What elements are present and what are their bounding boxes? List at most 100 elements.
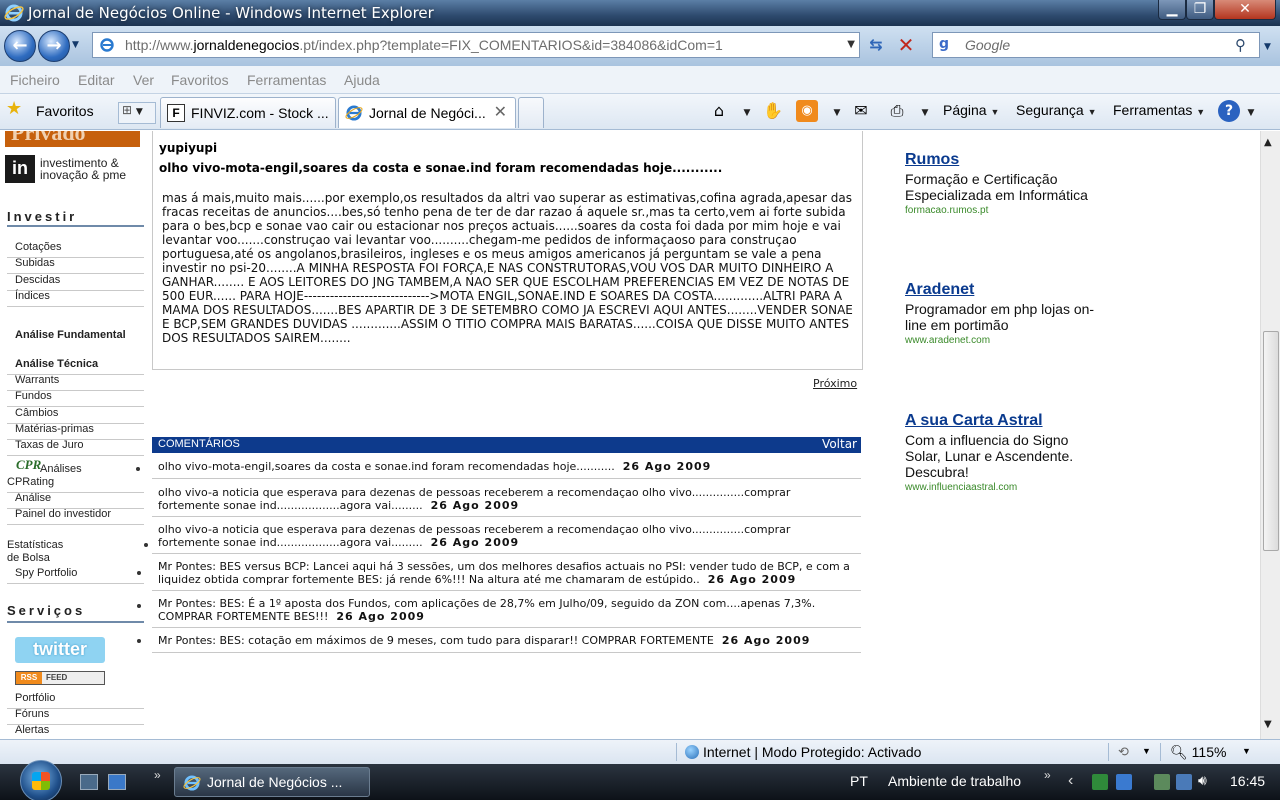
- stop-icon[interactable]: ✕: [894, 34, 918, 58]
- address-input[interactable]: http://www.jornaldenegocios.pt/index.php…: [92, 32, 860, 58]
- toolbar-more-icon[interactable]: »: [1044, 768, 1051, 782]
- back-button[interactable]: ←: [4, 30, 36, 62]
- rss-feed-button[interactable]: RSS FEED: [15, 671, 105, 685]
- address-dropdown-icon[interactable]: ▼: [847, 39, 855, 50]
- nav-cotacoes[interactable]: Cotações: [7, 241, 144, 258]
- ad-aradenet[interactable]: Aradenet Programador em php lojas on-lin…: [905, 281, 1105, 346]
- clock[interactable]: 16:45: [1230, 773, 1265, 789]
- quicklaunch-more-icon[interactable]: »: [154, 768, 161, 782]
- language-indicator[interactable]: PT: [850, 773, 868, 789]
- switch-windows-icon[interactable]: [108, 774, 126, 790]
- help-icon[interactable]: ?: [1218, 100, 1240, 122]
- nav-indices[interactable]: Índices: [7, 290, 144, 307]
- comment-row[interactable]: olho vivo-a noticia que esperava para de…: [152, 523, 861, 554]
- scroll-up-icon[interactable]: ▲: [1264, 137, 1272, 148]
- feeds-dropdown-icon[interactable]: ▼: [826, 102, 848, 124]
- help-dropdown-icon[interactable]: ▼: [1240, 102, 1262, 124]
- scroll-down-icon[interactable]: ▼: [1264, 719, 1272, 730]
- quick-tabs-button[interactable]: ⊞ ▼: [118, 102, 156, 124]
- rss-feed-icon[interactable]: ◉: [796, 100, 818, 122]
- hand-icon[interactable]: ✋: [762, 100, 784, 122]
- ad-url[interactable]: www.aradenet.com: [905, 335, 1105, 346]
- nav-warrants[interactable]: Warrants: [7, 374, 144, 391]
- page-menu-button[interactable]: Página ▼: [943, 102, 999, 118]
- nav-spy-portfolio[interactable]: Spy Portfolio: [7, 567, 144, 584]
- search-icon[interactable]: ⚲: [1235, 36, 1246, 54]
- search-options-dropdown-icon[interactable]: ▼: [1264, 42, 1271, 52]
- history-dropdown-icon[interactable]: ▼: [72, 40, 82, 50]
- nav-materias-primas[interactable]: Matérias-primas: [7, 423, 144, 440]
- nav-subidas[interactable]: Subidas: [7, 257, 144, 274]
- zoom-level[interactable]: 🔍︎ 115%: [1170, 744, 1226, 761]
- maximize-button[interactable]: ❐: [1186, 0, 1214, 20]
- desktop-toolbar[interactable]: Ambiente de trabalho: [888, 773, 1021, 789]
- comment-row[interactable]: Mr Pontes: BES versus BCP: Lancei aqui h…: [152, 560, 861, 591]
- nav-portfolio[interactable]: Portfólio: [7, 692, 144, 709]
- nav-analise[interactable]: Análise: [7, 492, 144, 509]
- tray-dropbox-icon[interactable]: [1116, 774, 1132, 790]
- close-window-button[interactable]: ✕: [1214, 0, 1276, 20]
- nav-analise-tecnica[interactable]: Análise Técnica: [7, 358, 144, 375]
- comment-row[interactable]: olho vivo-mota-engil,soares da costa e s…: [152, 460, 861, 479]
- privado-logo[interactable]: Privado: [5, 131, 140, 147]
- ad-carta-astral[interactable]: A sua Carta Astral Com a influencia do S…: [905, 412, 1105, 493]
- nav-analise-fundamental[interactable]: Análise Fundamental: [7, 329, 144, 359]
- print-dropdown-icon[interactable]: ▼: [914, 102, 936, 124]
- menu-favoritos[interactable]: Favoritos: [171, 72, 229, 88]
- privacy-dropdown-icon[interactable]: ▼: [1142, 746, 1151, 756]
- nav-alertas[interactable]: Alertas: [7, 724, 144, 739]
- zoom-dropdown-icon[interactable]: ▼: [1242, 746, 1251, 756]
- home-dropdown-icon[interactable]: ▼: [736, 102, 758, 124]
- home-icon[interactable]: ⌂: [708, 100, 730, 122]
- menu-ver[interactable]: Ver: [133, 72, 154, 88]
- taskbar-ie-window[interactable]: Jornal de Negócios ...: [174, 767, 370, 797]
- back-link[interactable]: Voltar: [822, 437, 857, 451]
- ad-title[interactable]: A sua Carta Astral: [905, 412, 1105, 430]
- nav-fundos[interactable]: Fundos: [7, 390, 144, 407]
- security-menu-button[interactable]: Segurança ▼: [1016, 102, 1097, 118]
- show-desktop-icon[interactable]: [80, 774, 98, 790]
- twitter-button[interactable]: twitter: [15, 637, 105, 663]
- network-icon[interactable]: [1176, 774, 1192, 790]
- forward-button[interactable]: →: [38, 30, 70, 62]
- start-button[interactable]: [20, 760, 62, 800]
- nav-foruns[interactable]: Fóruns: [7, 708, 144, 725]
- nav-taxas-de-juro[interactable]: Taxas de Juro: [7, 439, 144, 456]
- ad-title[interactable]: Rumos: [905, 151, 1105, 169]
- ad-title[interactable]: Aradenet: [905, 281, 1105, 299]
- menu-editar[interactable]: Editar: [78, 72, 115, 88]
- minimize-button[interactable]: ▁: [1158, 0, 1186, 20]
- tab-jornal-de-negocios[interactable]: Jornal de Negóci... ✕: [338, 97, 516, 128]
- nav-estatisticas-de-bolsa[interactable]: Estatísticas de Bolsa: [7, 539, 148, 567]
- security-zone[interactable]: Internet | Modo Protegido: Activado: [685, 744, 921, 760]
- comment-row[interactable]: Mr Pontes: BES: cotação em máximos de 9 …: [152, 634, 861, 653]
- comment-row[interactable]: Mr Pontes: BES: É a 1º aposta dos Fundos…: [152, 597, 861, 628]
- show-hidden-icons-icon[interactable]: ‹: [1068, 772, 1073, 790]
- volume-icon[interactable]: 🔊︎: [1198, 772, 1214, 788]
- comment-row[interactable]: olho vivo-a noticia que esperava para de…: [152, 486, 861, 517]
- tools-menu-button[interactable]: Ferramentas ▼: [1113, 102, 1205, 118]
- tab-finviz[interactable]: F FINVIZ.com - Stock ...: [160, 97, 336, 128]
- ad-url[interactable]: formacao.rumos.pt: [905, 205, 1105, 216]
- print-icon[interactable]: ⎙: [886, 100, 908, 122]
- nav-descidas[interactable]: Descidas: [7, 274, 144, 291]
- next-link[interactable]: Próximo: [813, 377, 857, 390]
- close-tab-icon[interactable]: ✕: [494, 102, 507, 122]
- tray-app-icon[interactable]: [1092, 774, 1108, 790]
- ad-url[interactable]: www.influenciaastral.com: [905, 482, 1105, 493]
- nav-painel-investidor[interactable]: Painel do investidor: [7, 508, 144, 525]
- read-mail-icon[interactable]: ✉: [850, 100, 872, 122]
- new-tab-button[interactable]: [518, 97, 544, 128]
- ad-rumos[interactable]: Rumos Formação e Certificação Especializ…: [905, 151, 1105, 216]
- in-logo[interactable]: in: [5, 155, 35, 183]
- privacy-icon[interactable]: ⟲: [1118, 744, 1129, 760]
- menu-ficheiro[interactable]: Ficheiro: [10, 72, 60, 88]
- tray-safely-remove-icon[interactable]: [1154, 774, 1170, 790]
- scrollbar-thumb[interactable]: [1263, 331, 1279, 551]
- menu-ferramentas[interactable]: Ferramentas: [247, 72, 326, 88]
- refresh-icon[interactable]: ⇆: [864, 34, 888, 58]
- menu-ajuda[interactable]: Ajuda: [344, 72, 380, 88]
- nav-cambios[interactable]: Câmbios: [7, 407, 144, 424]
- search-input[interactable]: g Google ⚲: [932, 32, 1260, 58]
- nav-cprating[interactable]: CPRating: [7, 476, 144, 493]
